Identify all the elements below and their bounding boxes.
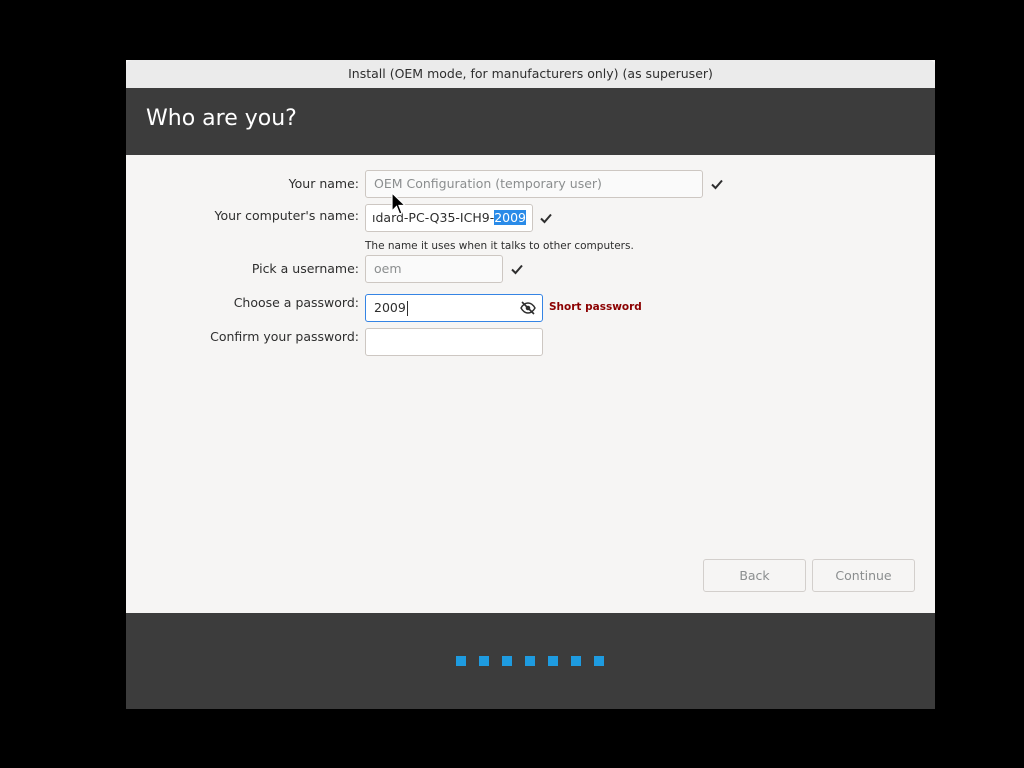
- confirm-password-label: Confirm your password:: [210, 329, 359, 344]
- password-field[interactable]: 2009: [365, 294, 543, 322]
- progress-dot: [525, 656, 535, 666]
- your-name-field[interactable]: OEM Configuration (temporary user): [365, 170, 703, 198]
- progress-dot: [502, 656, 512, 666]
- password-value: 2009: [374, 300, 406, 315]
- progress-dot: [571, 656, 581, 666]
- cursor-icon: [391, 192, 407, 215]
- progress-dot: [456, 656, 466, 666]
- username-check-icon: [511, 264, 523, 275]
- computer-name-selection: 2009: [494, 210, 527, 225]
- computer-name-check-icon: [540, 213, 552, 224]
- username-field[interactable]: oem: [365, 255, 503, 283]
- window-title: Install (OEM mode, for manufacturers onl…: [348, 66, 713, 81]
- installer-window: Install (OEM mode, for manufacturers onl…: [126, 60, 935, 709]
- confirm-password-field[interactable]: [365, 328, 543, 356]
- page-header: Who are you?: [126, 88, 935, 155]
- eye-slash-icon[interactable]: [520, 301, 536, 315]
- your-name-placeholder: OEM Configuration (temporary user): [374, 176, 602, 191]
- computer-name-hint: The name it uses when it talks to other …: [365, 240, 634, 252]
- page-title: Who are you?: [146, 106, 297, 131]
- your-name-check-icon: [711, 179, 723, 190]
- progress-dot: [548, 656, 558, 666]
- your-name-label: Your name:: [288, 176, 359, 191]
- progress-dot: [479, 656, 489, 666]
- back-button[interactable]: Back: [703, 559, 806, 592]
- username-label: Pick a username:: [251, 261, 359, 276]
- progress-footer: [126, 613, 935, 709]
- password-strength-warning: Short password: [549, 301, 642, 313]
- progress-dot: [594, 656, 604, 666]
- computer-name-label: Your computer's name:: [214, 208, 359, 223]
- continue-button[interactable]: Continue: [812, 559, 915, 592]
- window-titlebar[interactable]: Install (OEM mode, for manufacturers onl…: [126, 60, 935, 88]
- username-placeholder: oem: [374, 261, 402, 276]
- progress-dots: [456, 656, 604, 666]
- text-caret: [406, 301, 408, 316]
- form-area: Your name: OEM Configuration (temporary …: [126, 155, 935, 613]
- password-label: Choose a password:: [233, 295, 359, 310]
